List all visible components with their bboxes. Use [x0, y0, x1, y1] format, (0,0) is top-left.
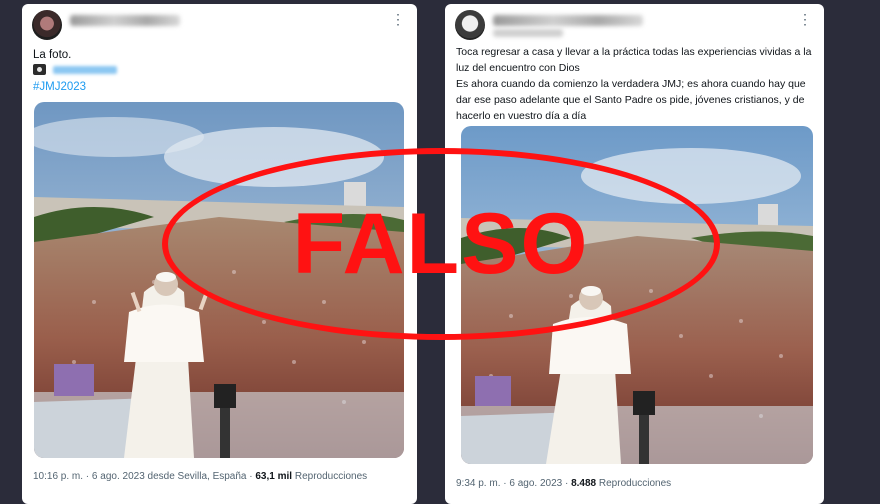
views-label: Reproducciones [294, 471, 368, 482]
views-label: Reproducciones [598, 478, 672, 489]
post-header: ⋮ [455, 10, 814, 42]
post-header: ⋮ [32, 10, 407, 42]
post-text: La foto. #JMJ2023 [33, 47, 407, 95]
post-text-paragraph-2: Es ahora cuando da comienzo la verdadera… [456, 78, 806, 122]
post-date: 6 ago. 2023 desde Sevilla, España [91, 471, 247, 482]
post-metadata: 9:34 p. m. · 6 ago. 2023 · 8.488 Reprodu… [456, 478, 672, 489]
tagged-user-row [33, 63, 407, 79]
post-metadata: 10:16 p. m. · 6 ago. 2023 desde Sevilla,… [33, 471, 368, 482]
camera-icon [33, 64, 46, 75]
post-time[interactable]: 9:34 p. m. [456, 478, 500, 489]
more-options-icon[interactable]: ⋮ [798, 12, 812, 26]
blurred-username[interactable] [70, 15, 180, 26]
views-count: 8.488 [571, 478, 597, 489]
tagged-user-blur[interactable] [53, 66, 118, 74]
post-date: 6 ago. 2023 [509, 478, 563, 489]
post-text-line: La foto. [33, 49, 72, 61]
views-count: 63,1 mil [255, 471, 293, 482]
more-options-icon[interactable]: ⋮ [391, 12, 405, 26]
avatar[interactable] [32, 10, 62, 40]
blurred-username[interactable] [493, 15, 643, 26]
blurred-handle[interactable] [493, 29, 563, 37]
post-text: Toca regresar a casa y llevar a la práct… [456, 44, 814, 124]
avatar[interactable] [455, 10, 485, 40]
post-time[interactable]: 10:16 p. m. [33, 471, 83, 482]
post-text-paragraph: Toca regresar a casa y llevar a la práct… [456, 46, 812, 74]
hashtag-link[interactable]: #JMJ2023 [33, 79, 407, 95]
falso-stamp-text: FALSO [292, 196, 590, 292]
